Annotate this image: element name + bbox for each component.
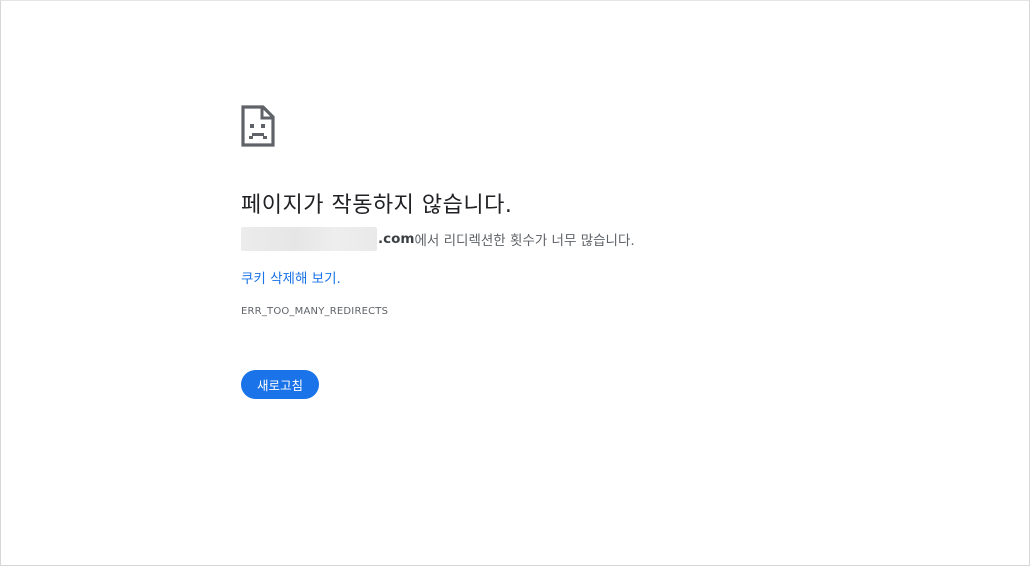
reason-message: 에서 리디렉션한 횟수가 너무 많습니다.: [414, 233, 635, 249]
page-title: 페이지가 작동하지 않습니다.: [241, 193, 513, 218]
reload-button[interactable]: 새로고침: [241, 370, 319, 399]
error-content: 페이지가 작동하지 않습니다. .com 에서 리디렉션한 횟수가 너무 많습니…: [241, 105, 881, 399]
error-reason: .com 에서 리디렉션한 횟수가 너무 많습니다.: [241, 227, 635, 251]
clear-cookies-link[interactable]: 쿠키 삭제해 보기.: [241, 267, 341, 287]
browser-error-page: 페이지가 작동하지 않습니다. .com 에서 리디렉션한 횟수가 너무 많습니…: [0, 0, 1030, 566]
domain-suffix: .com: [378, 231, 415, 247]
sad-page-icon: [241, 105, 275, 147]
error-code: ERR_TOO_MANY_REDIRECTS: [241, 306, 389, 317]
redacted-hostname: [241, 227, 377, 251]
